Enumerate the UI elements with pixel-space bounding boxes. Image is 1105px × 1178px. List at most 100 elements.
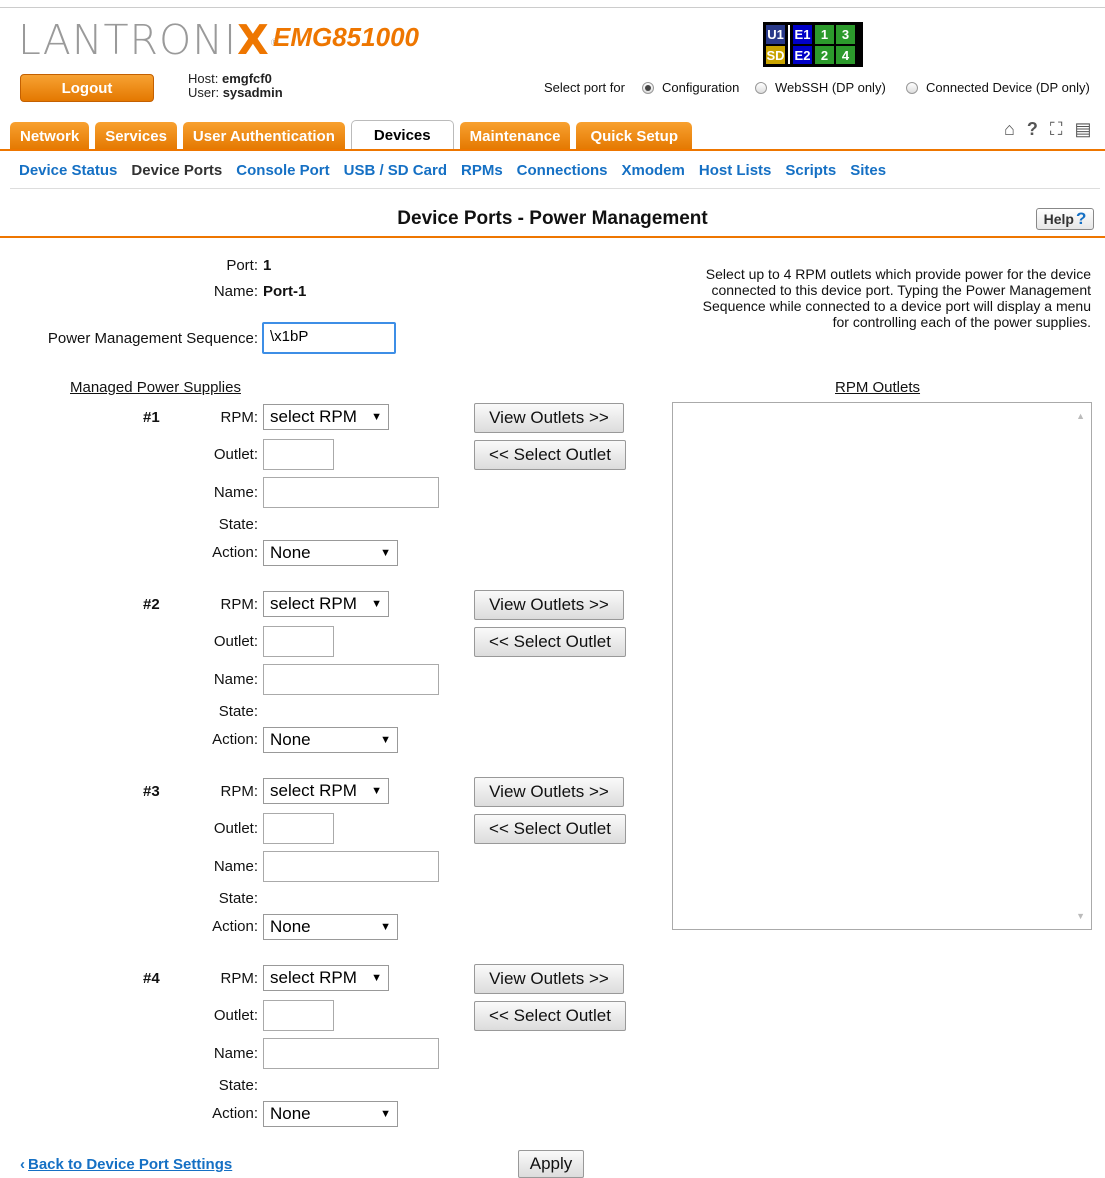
name-input[interactable] [263, 851, 439, 882]
port-u1[interactable]: U1 [766, 25, 785, 44]
port-option-connected-device[interactable]: Connected Device (DP only) [906, 80, 1090, 95]
name-input[interactable] [263, 1038, 439, 1069]
page-title: Device Ports - Power Management [397, 208, 708, 229]
select-outlet-button[interactable]: << Select Outlet [474, 814, 626, 844]
rpm-label: RPM: [220, 970, 259, 987]
rpm-label: RPM: [220, 596, 259, 613]
outlet-input[interactable] [263, 1000, 334, 1031]
action-select[interactable]: None ▼ [263, 540, 398, 566]
toolbar-icons: ⌂ ? ⛶ ▤ [1004, 119, 1092, 140]
port-option-label: Connected Device (DP only) [926, 80, 1090, 95]
rpm-select-value: select RPM [270, 407, 357, 426]
subnav-rpms[interactable]: RPMs [461, 162, 503, 179]
rpm-outlets-label: RPM Outlets [835, 379, 921, 396]
state-label: State: [218, 1077, 258, 1094]
port-label: Port: [226, 257, 258, 274]
home-icon[interactable]: ⌂ [1004, 119, 1015, 140]
port-status-grid: U1 SD E1 E2 1 3 2 4 [763, 22, 863, 67]
rpm-select-value: select RPM [270, 594, 357, 613]
subnav-usb-sd-card[interactable]: USB / SD Card [344, 162, 447, 179]
name-input[interactable] [263, 477, 439, 508]
action-label: Action: [212, 731, 258, 748]
state-label: State: [218, 890, 258, 907]
subnav-console-port[interactable]: Console Port [236, 162, 329, 179]
port-1[interactable]: 1 [815, 25, 834, 44]
tab-maintenance[interactable]: Maintenance [459, 122, 571, 150]
rpm-select[interactable]: select RPM ▼ [263, 404, 389, 430]
apply-button[interactable]: Apply [518, 1150, 584, 1178]
tab-services[interactable]: Services [95, 122, 177, 150]
back-link[interactable]: ‹ Back to Device Port Settings [20, 1156, 232, 1173]
outlet-label: Outlet: [213, 820, 258, 837]
scroll-down-icon[interactable]: ▼ [1076, 911, 1085, 921]
back-link-label: Back to Device Port Settings [28, 1156, 233, 1173]
tab-devices[interactable]: Devices [350, 120, 454, 150]
outlet-input[interactable] [263, 439, 334, 470]
chevron-down-icon: ▼ [380, 1108, 391, 1120]
name-label: Name: [213, 858, 258, 875]
help-button[interactable]: Help? [1036, 208, 1094, 230]
subnav-device-ports[interactable]: Device Ports [131, 162, 222, 179]
view-outlets-button[interactable]: View Outlets >> [474, 590, 624, 620]
chevron-down-icon: ▼ [380, 547, 391, 559]
supply-number: #1 [143, 409, 160, 426]
supply-number: #2 [143, 596, 160, 613]
subnav-host-lists[interactable]: Host Lists [699, 162, 772, 179]
main-tabs: Network Services User Authentication Dev… [10, 120, 698, 150]
port-sd[interactable]: SD [766, 46, 785, 64]
action-label: Action: [212, 544, 258, 561]
radio-connected-device[interactable] [906, 81, 918, 94]
select-outlet-button[interactable]: << Select Outlet [474, 1001, 626, 1031]
action-select[interactable]: None ▼ [263, 914, 398, 940]
tab-network[interactable]: Network [10, 122, 90, 150]
port-option-webssh[interactable]: WebSSH (DP only) [755, 80, 886, 95]
subnav-device-status[interactable]: Device Status [19, 162, 117, 179]
port-option-label: WebSSH (DP only) [775, 80, 886, 95]
rpm-select[interactable]: select RPM ▼ [263, 965, 389, 991]
outlet-input[interactable] [263, 626, 334, 657]
logout-button[interactable]: Logout [20, 74, 154, 102]
help-icon[interactable]: ? [1027, 119, 1038, 140]
subnav-xmodem[interactable]: Xmodem [622, 162, 685, 179]
outlet-label: Outlet: [213, 1007, 258, 1024]
power-management-sequence-input[interactable]: \x1bP [262, 322, 396, 354]
top-divider [0, 7, 1105, 8]
scroll-up-icon[interactable]: ▲ [1076, 411, 1085, 421]
subnav-scripts[interactable]: Scripts [785, 162, 836, 179]
outlet-input[interactable] [263, 813, 334, 844]
rpm-outlets-list[interactable]: ▲ ▼ [672, 402, 1092, 930]
power-supply-4: #4 RPM: select RPM ▼ View Outlets >> Outl… [0, 964, 660, 1134]
port-3[interactable]: 3 [836, 25, 855, 44]
action-select[interactable]: None ▼ [263, 1101, 398, 1127]
subnav-connections[interactable]: Connections [517, 162, 608, 179]
port-2[interactable]: 2 [815, 46, 834, 64]
radio-webssh[interactable] [755, 81, 767, 94]
port-e2[interactable]: E2 [793, 46, 812, 64]
select-outlet-button[interactable]: << Select Outlet [474, 440, 626, 470]
subnav-sites[interactable]: Sites [850, 162, 886, 179]
chevron-down-icon: ▼ [380, 734, 391, 746]
grid-separator [788, 25, 790, 64]
port-e1[interactable]: E1 [793, 25, 812, 44]
view-outlets-button[interactable]: View Outlets >> [474, 777, 624, 807]
document-icon[interactable]: ▤ [1074, 119, 1091, 140]
tab-quick-setup[interactable]: Quick Setup [576, 122, 692, 150]
expand-icon[interactable]: ⛶ [1050, 119, 1063, 140]
rpm-select[interactable]: select RPM ▼ [263, 778, 389, 804]
rpm-select[interactable]: select RPM ▼ [263, 591, 389, 617]
name-label: Name: [213, 1045, 258, 1062]
view-outlets-button[interactable]: View Outlets >> [474, 964, 624, 994]
outlet-label: Outlet: [213, 633, 258, 650]
name-label: Name: [213, 283, 258, 300]
port-4[interactable]: 4 [836, 46, 855, 64]
select-outlet-button[interactable]: << Select Outlet [474, 627, 626, 657]
name-input[interactable] [263, 664, 439, 695]
radio-configuration[interactable] [642, 81, 654, 94]
tab-user-authentication[interactable]: User Authentication [182, 122, 345, 150]
user-value: sysadmin [222, 85, 283, 100]
rpm-select-value: select RPM [270, 968, 357, 987]
name-value: Port-1 [263, 283, 307, 300]
action-select[interactable]: None ▼ [263, 727, 398, 753]
port-option-configuration[interactable]: Configuration [642, 80, 739, 95]
view-outlets-button[interactable]: View Outlets >> [474, 403, 624, 433]
